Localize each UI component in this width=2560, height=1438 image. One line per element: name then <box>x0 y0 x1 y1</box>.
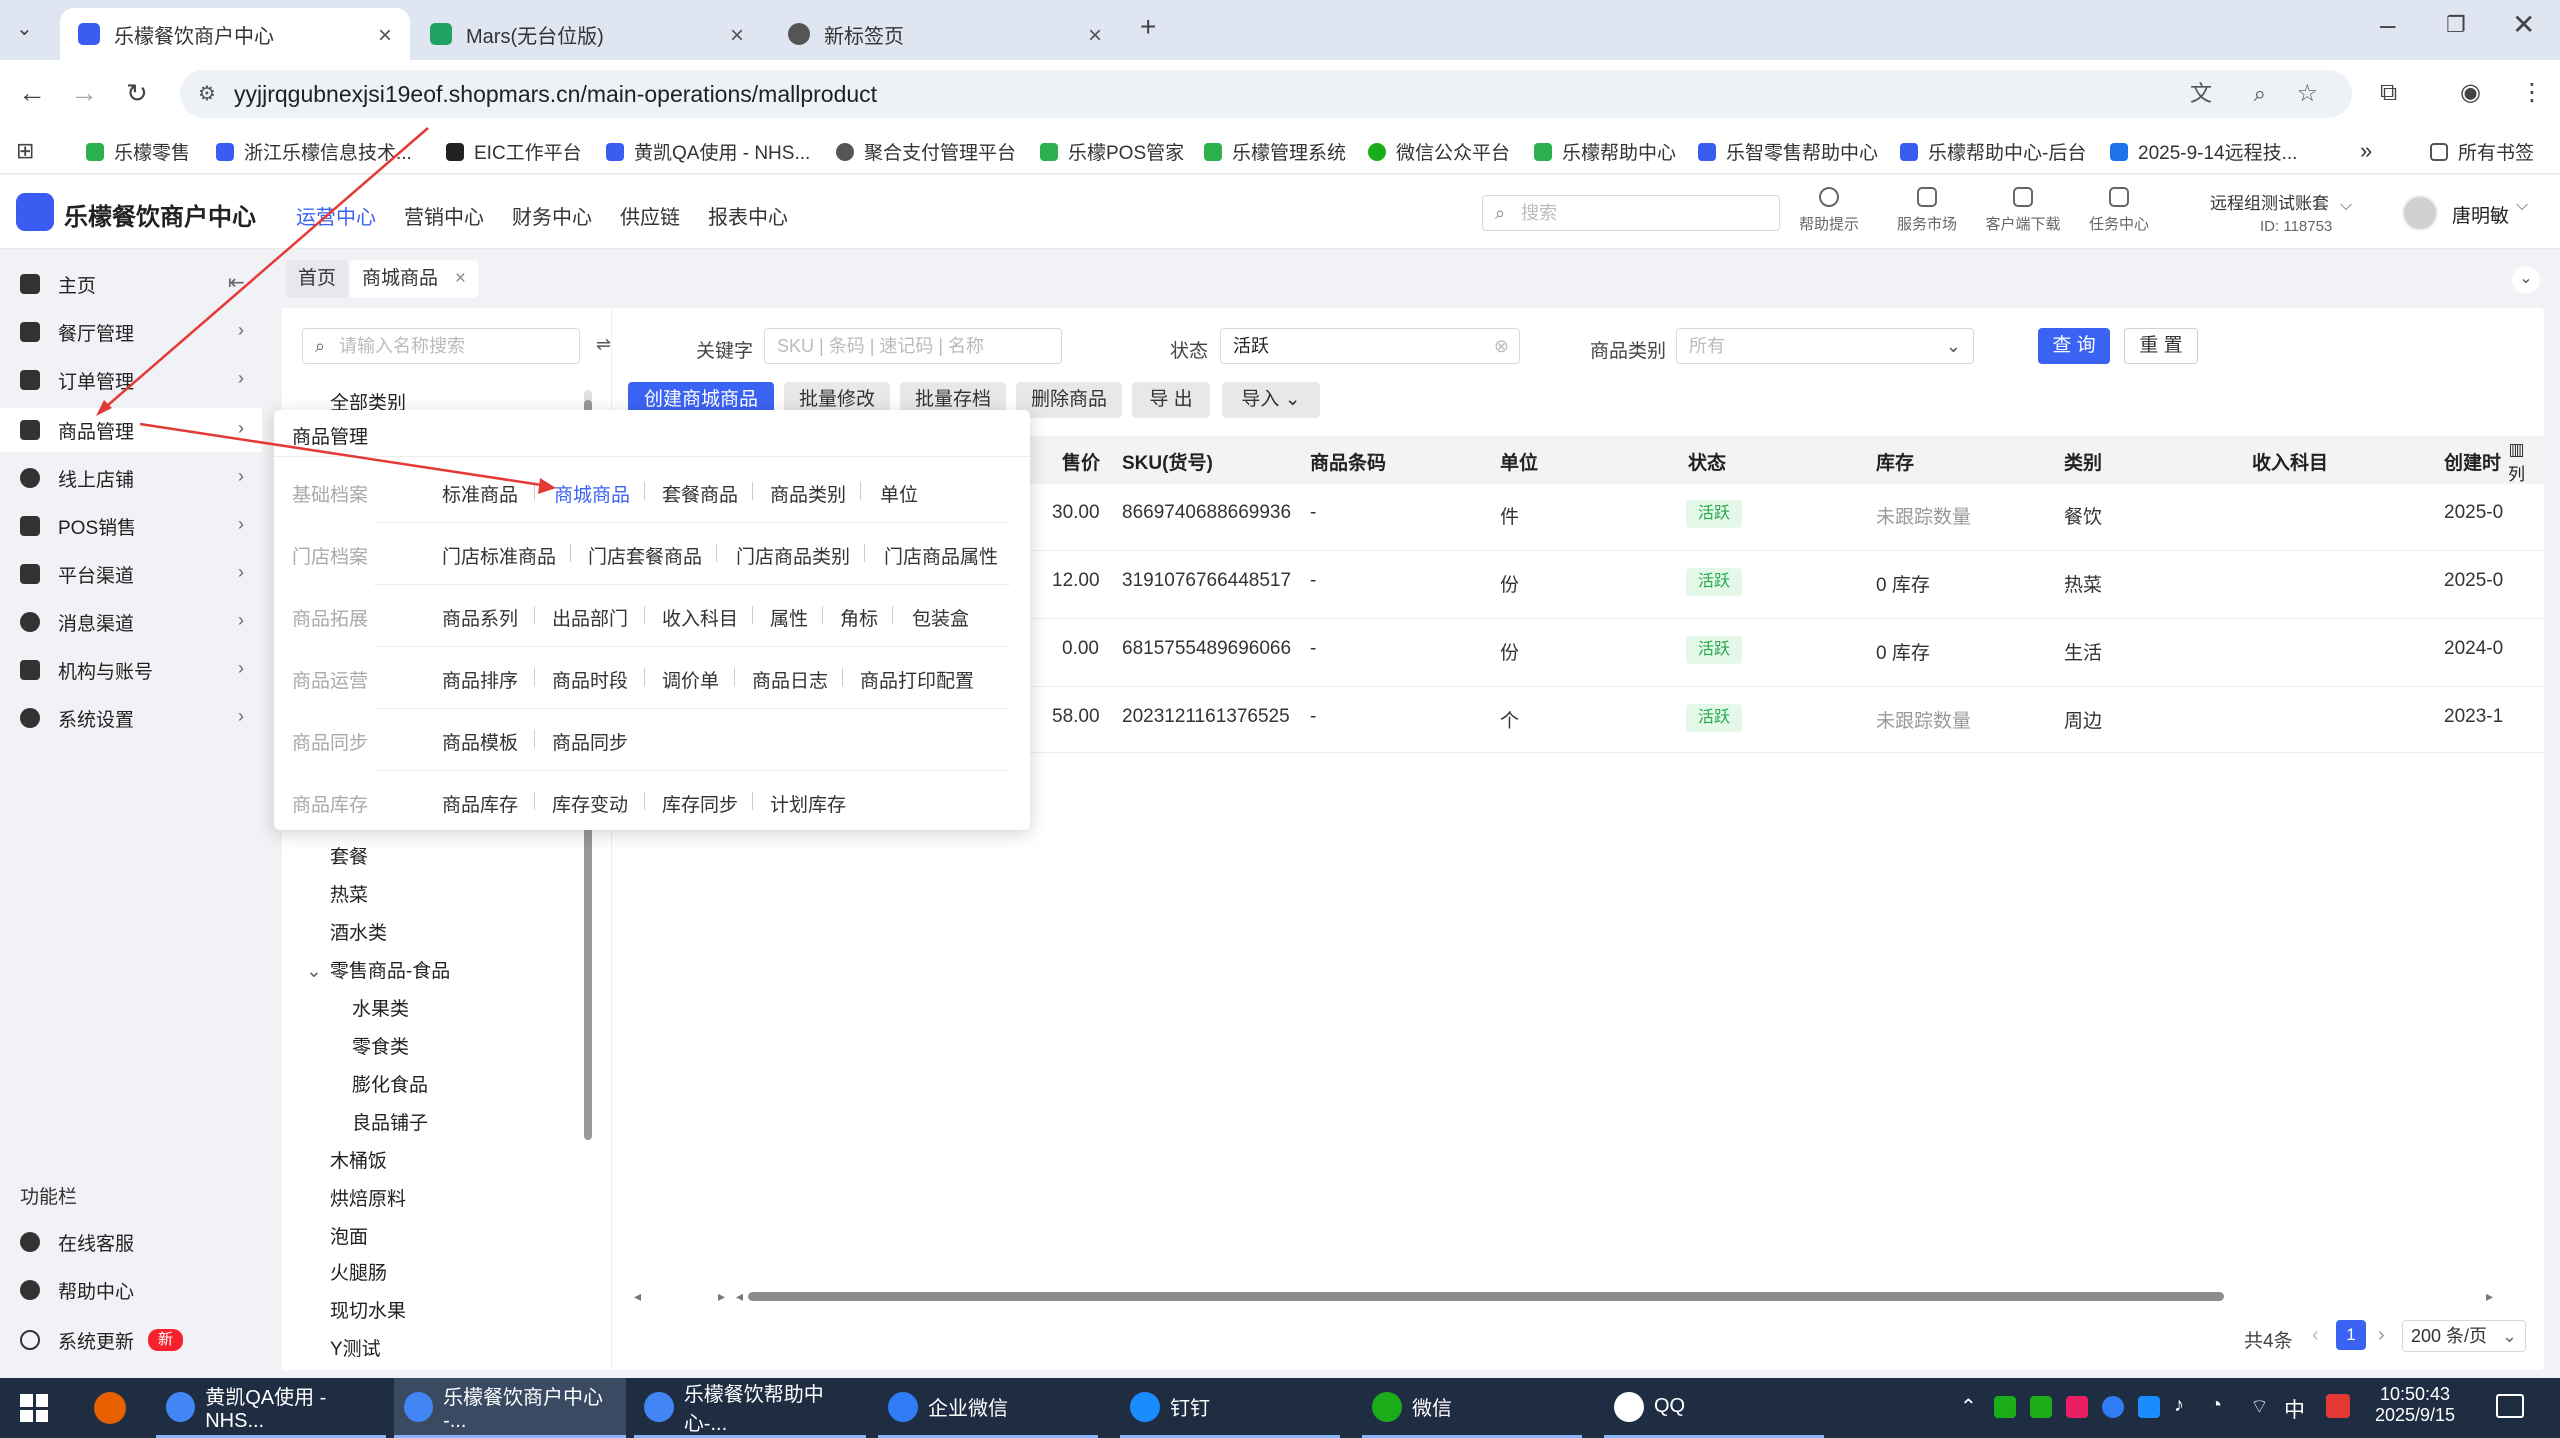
qq-icon <box>1614 1391 1644 1422</box>
network-icon[interactable]: ◔ <box>2210 1394 2222 1417</box>
taskbar: 黄凯QA使用 - NHS... 乐檬餐饮商户中心 -... 乐檬餐饮帮助中心-.… <box>0 1378 2560 1438</box>
dingtalk-icon <box>1130 1391 1160 1422</box>
tray-sogou-icon[interactable] <box>2326 1394 2350 1418</box>
wechat-icon <box>1372 1391 1402 1422</box>
tray-wecom-icon[interactable] <box>2102 1396 2124 1418</box>
taskbar-item-chrome-qa[interactable]: 黄凯QA使用 - NHS... <box>156 1378 386 1438</box>
notification-icon[interactable] <box>2496 1394 2524 1418</box>
taskbar-label: 企业微信 <box>928 1398 1008 1420</box>
taskbar-item-chrome-merchant[interactable]: 乐檬餐饮商户中心 -... <box>394 1378 626 1438</box>
tray-expand-icon[interactable]: ⌃ <box>1960 1394 1977 1419</box>
taskbar-label: 乐檬餐饮帮助中心-... <box>683 1383 824 1435</box>
firefox-icon[interactable] <box>94 1392 126 1424</box>
clock-time: 10:50:43 <box>2379 1384 2451 1404</box>
clock-date: 2025/9/15 <box>2374 1405 2456 1425</box>
volume-icon[interactable]: ♪ <box>2174 1394 2184 1417</box>
ime-indicator[interactable]: 中 <box>2284 1394 2305 1424</box>
chrome-icon <box>404 1391 434 1422</box>
annotation-line <box>99 127 429 413</box>
taskbar-item-chrome-help[interactable]: 乐檬餐饮帮助中心-... <box>634 1378 866 1438</box>
taskbar-label: 乐檬餐饮商户中心 -... <box>443 1386 604 1432</box>
tray-dingtalk-icon[interactable] <box>2138 1396 2160 1418</box>
taskbar-label: 微信 <box>1412 1398 1452 1420</box>
chrome-icon <box>644 1391 674 1422</box>
taskbar-label: 钉钉 <box>1170 1398 1210 1420</box>
windows-start-icon[interactable] <box>20 1394 48 1422</box>
clock[interactable]: 10:50:43 2025/9/15 <box>2360 1384 2470 1426</box>
tray-wechat-icon[interactable] <box>1994 1396 2016 1418</box>
wifi-icon[interactable]: ⌔ <box>2250 1394 2269 1419</box>
chrome-icon <box>166 1391 196 1422</box>
arrowhead-icon <box>538 478 556 494</box>
annotation-line <box>139 422 549 488</box>
annotation-arrows <box>96 127 556 494</box>
taskbar-label: QQ <box>1654 1395 1686 1417</box>
taskbar-item-qq[interactable]: QQ <box>1604 1378 1824 1438</box>
tray-chat-icon[interactable] <box>2030 1396 2052 1418</box>
tray-app-icon[interactable] <box>2066 1396 2088 1418</box>
wecom-icon <box>888 1391 918 1422</box>
taskbar-item-dingtalk[interactable]: 钉钉 <box>1120 1378 1340 1438</box>
taskbar-item-wecom[interactable]: 企业微信 <box>878 1378 1098 1438</box>
taskbar-label: 黄凯QA使用 - NHS... <box>205 1386 327 1432</box>
taskbar-item-wechat[interactable]: 微信 <box>1362 1378 1582 1438</box>
